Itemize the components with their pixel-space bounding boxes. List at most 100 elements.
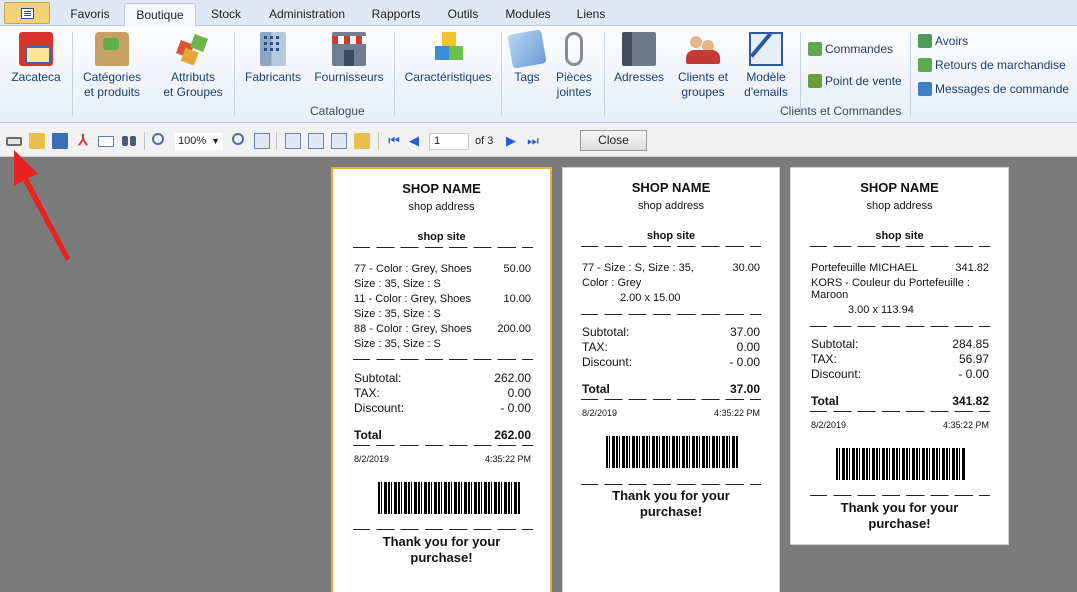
tab-favoris[interactable]: Favoris xyxy=(60,3,120,26)
divider xyxy=(581,484,761,485)
receipt-page-2[interactable]: SHOP NAME shop address shop site 77 - Si… xyxy=(562,167,780,592)
divider xyxy=(581,314,761,315)
discount-label: Discount: xyxy=(582,355,633,369)
shop-address: shop address xyxy=(637,200,705,212)
report-viewer[interactable]: SHOP NAME shop address shop site 77 - Co… xyxy=(0,158,1077,592)
avoirs-button[interactable]: Avoirs xyxy=(918,32,968,50)
tax-label: TAX: xyxy=(811,352,837,366)
categories-produits-button[interactable]: Catégories et produits xyxy=(80,32,144,100)
thank-you-line-1: Thank you for your xyxy=(612,488,730,503)
shop-name: SHOP NAME xyxy=(631,180,711,195)
page-number-input[interactable]: 1 xyxy=(429,133,469,150)
item-line: Size : 35, Size : S xyxy=(354,308,441,320)
discount-value: - 0.00 xyxy=(729,355,760,369)
tab-rapports[interactable]: Rapports xyxy=(362,3,430,26)
chevron-down-icon: ▼ xyxy=(211,136,220,146)
tab-modules[interactable]: Modules xyxy=(498,3,558,26)
mail-pen-icon xyxy=(749,32,783,66)
fournisseurs-button[interactable]: Fournisseurs xyxy=(312,32,386,85)
total-value: 37.00 xyxy=(729,382,760,396)
item-line: 77 - Size : S, Size : 35, xyxy=(582,262,694,274)
item-line: Size : 35, Size : S xyxy=(354,338,441,350)
find-icon[interactable] xyxy=(121,133,137,149)
receipt-date: 8/2/2019 xyxy=(811,420,847,430)
shopping-bag-icon xyxy=(95,32,129,66)
edit-icon[interactable] xyxy=(354,133,370,149)
message-icon xyxy=(918,82,932,96)
receipt-page-3[interactable]: SHOP NAME shop address shop site Portefe… xyxy=(790,167,1009,545)
report-toolbar: ⅄ 100% ▼ ⏮ ◀ 1 of 3 ▶ ⏭ Close xyxy=(0,123,1077,157)
thank-you-line-2: purchase! xyxy=(868,516,931,531)
tab-liens[interactable]: Liens xyxy=(566,3,616,26)
item-qty-price: 3.00 x 113.94 xyxy=(848,304,914,316)
next-page-icon[interactable]: ▶ xyxy=(503,133,519,149)
messages-commande-button[interactable]: Messages de commande xyxy=(918,80,1069,98)
thank-you-line-1: Thank you for your xyxy=(840,500,959,515)
commandes-button[interactable]: Commandes xyxy=(808,40,893,58)
retours-button[interactable]: Retours de marchandise xyxy=(918,56,1066,74)
discount-value: - 0.00 xyxy=(500,401,531,415)
zacateca-button[interactable]: Zacateca xyxy=(6,32,66,85)
tab-outils[interactable]: Outils xyxy=(436,3,490,26)
zoom-select[interactable]: 100% ▼ xyxy=(175,133,223,150)
toolbar-separator xyxy=(144,132,145,150)
shop-icon xyxy=(19,32,53,66)
adresses-button[interactable]: Adresses xyxy=(612,32,666,85)
thank-you-line-2: purchase! xyxy=(639,504,703,519)
open-folder-icon[interactable] xyxy=(29,133,45,149)
page-setup-icon[interactable] xyxy=(331,133,347,149)
application-menu-button[interactable] xyxy=(4,2,50,24)
total-label: Total xyxy=(811,394,839,408)
subtotal-label: Subtotal: xyxy=(354,371,402,385)
shop-site: shop site xyxy=(875,230,924,242)
tags-button[interactable]: Tags xyxy=(507,29,547,85)
divider xyxy=(810,495,990,496)
fabricants-button[interactable]: Fabricants xyxy=(242,32,304,85)
divider xyxy=(810,246,990,247)
item-line: 77 - Color : Grey, Shoes xyxy=(354,263,472,275)
modele-emails-button[interactable]: Modèle d'emails xyxy=(740,32,792,100)
page-view-icon[interactable] xyxy=(254,133,270,149)
pdf-icon[interactable]: ⅄ xyxy=(75,133,91,149)
subtotal-label: Subtotal: xyxy=(811,337,859,351)
multi-page-icon[interactable] xyxy=(308,133,324,149)
receipt-page-1[interactable]: SHOP NAME shop address shop site 77 - Co… xyxy=(331,167,552,592)
divider xyxy=(581,399,761,400)
tab-administration[interactable]: Administration xyxy=(258,3,356,26)
close-button[interactable]: Close xyxy=(580,130,647,151)
page-count: of 3 xyxy=(475,135,494,147)
previous-page-icon[interactable]: ◀ xyxy=(406,133,422,149)
tab-stock[interactable]: Stock xyxy=(200,3,252,26)
caracteristiques-button[interactable]: Caractéristiques xyxy=(402,32,494,85)
first-page-icon[interactable]: ⏮ xyxy=(386,133,402,149)
toolbar-separator xyxy=(276,132,277,150)
group-label-catalogue: Catalogue xyxy=(310,104,365,118)
point-de-vente-button[interactable]: Point de vente xyxy=(808,72,902,90)
orders-icon xyxy=(808,42,822,56)
item-amount: 200.00 xyxy=(497,323,531,335)
divider xyxy=(353,445,533,446)
item-amount: 341.82 xyxy=(955,262,989,274)
pieces-jointes-button[interactable]: Pièces jointes xyxy=(552,32,596,100)
attributs-groupes-button[interactable]: Attributs et Groupes xyxy=(160,32,226,100)
last-page-icon[interactable]: ⏭ xyxy=(525,133,541,149)
item-amount: 30.00 xyxy=(732,262,760,274)
receipt-time: 4:35:22 PM xyxy=(713,408,760,418)
tag-icon xyxy=(507,29,547,69)
item-line: Maroon xyxy=(811,289,849,301)
clients-groupes-button[interactable]: Clients et groupes xyxy=(672,32,734,100)
save-icon[interactable] xyxy=(52,133,68,149)
total-label: Total xyxy=(582,382,610,396)
print-icon[interactable] xyxy=(6,137,22,146)
paperclip-icon xyxy=(565,32,583,66)
total-value: 341.82 xyxy=(952,394,989,408)
single-page-icon[interactable] xyxy=(285,133,301,149)
tax-value: 56.97 xyxy=(958,352,989,366)
zoom-out-icon[interactable] xyxy=(232,133,244,145)
divider xyxy=(581,246,761,247)
tax-value: 0.00 xyxy=(736,340,760,354)
email-icon[interactable] xyxy=(98,136,114,147)
item-line: Size : 35, Size : S xyxy=(354,278,441,290)
tab-boutique[interactable]: Boutique xyxy=(124,3,196,27)
zoom-in-icon[interactable] xyxy=(152,133,164,145)
